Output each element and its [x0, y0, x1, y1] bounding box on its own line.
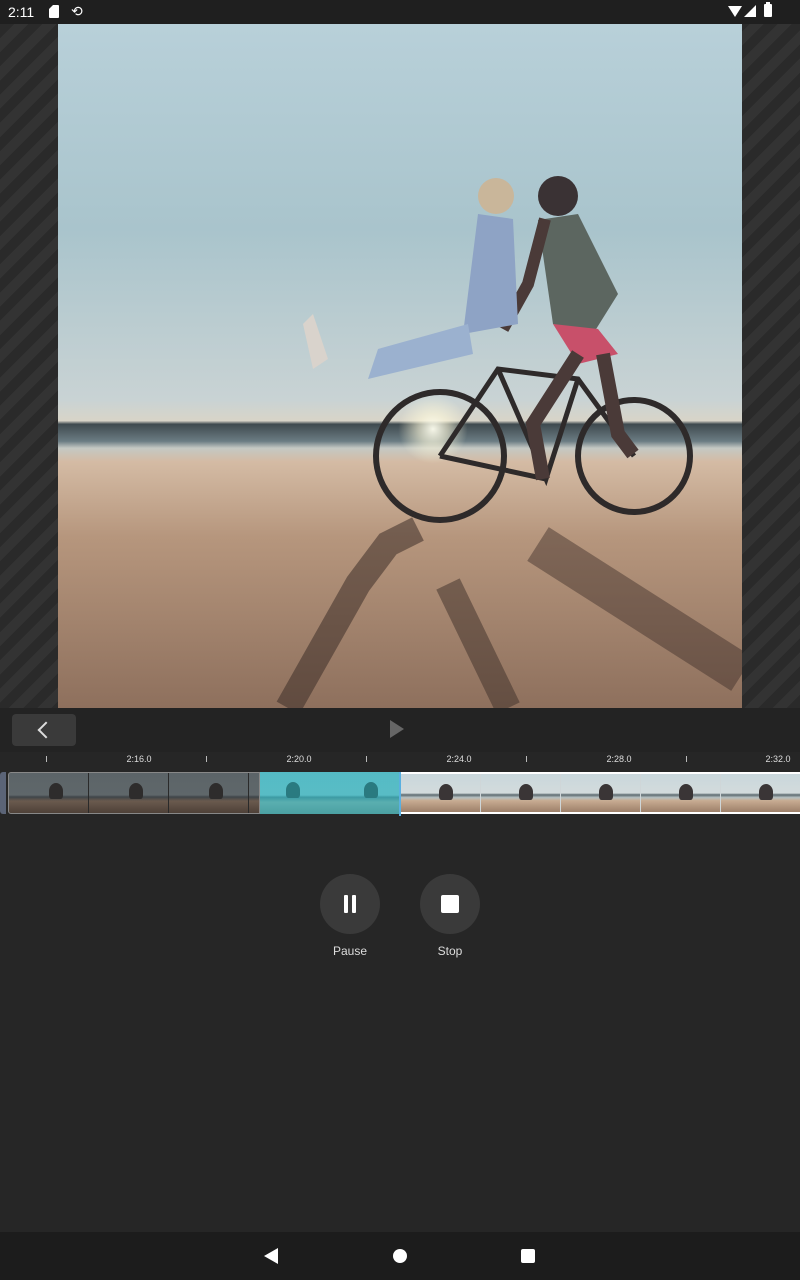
ruler-tick — [366, 756, 367, 762]
video-frame[interactable] — [58, 24, 742, 708]
tick-label: 2:32.0 — [765, 754, 791, 764]
pause-control[interactable]: Pause — [320, 874, 380, 958]
play-button[interactable] — [390, 720, 410, 740]
thumbnail-rider — [364, 782, 378, 798]
system-nav-bar — [0, 1232, 800, 1280]
playhead[interactable] — [399, 772, 401, 816]
filmstrip-frames-after[interactable] — [401, 772, 800, 814]
sync-icon: ⟲ — [71, 3, 83, 19]
back-button[interactable] — [12, 714, 76, 746]
pause-label: Pause — [332, 944, 368, 958]
preview-area — [0, 24, 800, 708]
ruler-tick — [46, 756, 47, 762]
play-icon — [390, 720, 404, 738]
thumbnail-rider — [439, 784, 453, 800]
signal-icon — [744, 5, 756, 17]
filmstrip-frames-before[interactable] — [8, 772, 260, 814]
wifi-icon — [728, 6, 742, 17]
filmstrip[interactable] — [0, 772, 800, 816]
stop-label: Stop — [437, 944, 463, 958]
thumbnail-rider — [759, 784, 773, 800]
tick-label: 2:28.0 — [606, 754, 632, 764]
pause-icon — [344, 895, 356, 913]
ruler-tick — [686, 756, 687, 762]
status-time: 2:11 — [8, 4, 35, 20]
thumbnail-rider — [209, 783, 223, 799]
thumbnail-rider — [679, 784, 693, 800]
timeline-ruler: 2:16.0 2:20.0 2:24.0 2:28.0 2:32.0 — [0, 752, 800, 770]
stop-icon — [441, 895, 459, 913]
thumbnail-rider — [286, 782, 300, 798]
thumbnail-rider — [129, 783, 143, 799]
ruler-tick — [526, 756, 527, 762]
status-bar: 2:11 ⟲ — [0, 0, 800, 24]
ruler-tick — [206, 756, 207, 762]
battery-icon — [764, 2, 772, 17]
editor-toolbar — [0, 708, 800, 752]
cyclists-silhouette — [276, 176, 742, 708]
thumbnail-rider — [519, 784, 533, 800]
trim-handle-left[interactable] — [0, 772, 6, 814]
sd-card-icon — [49, 5, 59, 18]
chevron-left-icon — [37, 721, 55, 739]
tick-label: 2:16.0 — [126, 754, 152, 764]
timeline[interactable]: 2:16.0 2:20.0 2:24.0 2:28.0 2:32.0 — [0, 752, 800, 816]
stop-control[interactable]: Stop — [420, 874, 480, 958]
tick-label: 2:24.0 — [446, 754, 472, 764]
thumbnail-rider — [49, 783, 63, 799]
nav-back-icon[interactable] — [264, 1248, 278, 1264]
filmstrip-selection[interactable] — [260, 772, 400, 814]
pause-button[interactable] — [320, 874, 380, 934]
thumbnail-rider — [599, 784, 613, 800]
tick-label: 2:20.0 — [286, 754, 312, 764]
nav-recents-icon[interactable] — [521, 1249, 535, 1263]
nav-home-icon[interactable] — [393, 1249, 407, 1263]
stop-button[interactable] — [420, 874, 480, 934]
